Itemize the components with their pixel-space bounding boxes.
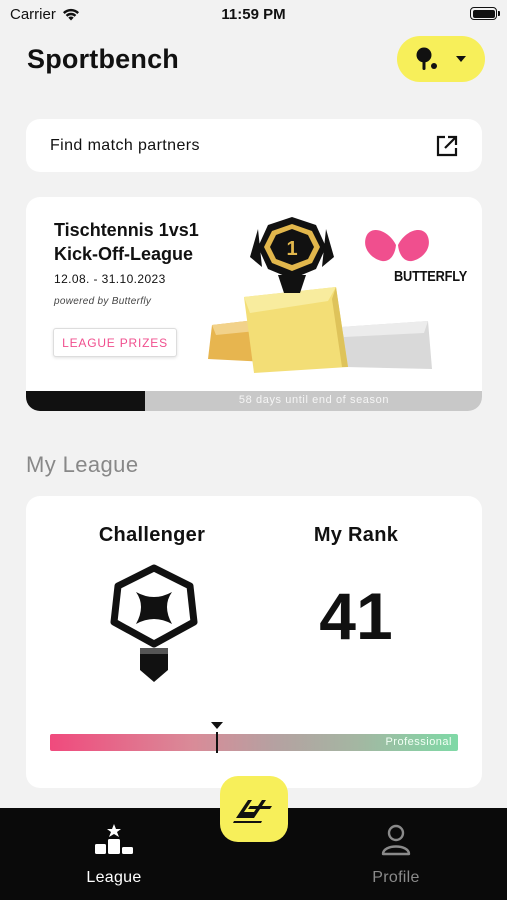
season-progress-fill — [26, 391, 145, 411]
find-match-partners-card[interactable]: Find match partners — [26, 119, 482, 172]
challenger-badge-icon — [110, 564, 198, 682]
sportbench-home-button[interactable] — [220, 776, 288, 842]
find-match-partners-label: Find match partners — [50, 136, 200, 154]
external-link-icon — [436, 135, 458, 156]
rank-label: My Rank — [313, 524, 399, 546]
table-tennis-paddle-icon — [416, 47, 437, 70]
league-prizes-button[interactable]: LEAGUE PRIZES — [53, 328, 177, 357]
rank-pointer-icon — [211, 722, 224, 729]
season-progress-text: 58 days until end of season — [238, 394, 390, 406]
nav-item-league[interactable]: League — [54, 824, 174, 887]
league-banner-card[interactable]: Tischtennis 1vs1 Kick-Off-League 12.08. … — [26, 197, 482, 411]
sport-selector-button[interactable] — [397, 36, 485, 82]
sponsor-name: BUTTERFLY — [394, 268, 468, 285]
podium-rank-text: 1 — [286, 238, 297, 260]
podium-icon — [95, 824, 133, 854]
profile-icon — [381, 824, 411, 856]
my-league-card[interactable]: Challenger My Rank 41 Professional — [26, 496, 482, 788]
sportbench-logo-icon — [233, 800, 272, 823]
status-time: 11:59 PM — [221, 6, 286, 23]
status-bar: Carrier 11:59 PM — [0, 0, 507, 30]
tier-label: Challenger — [98, 524, 206, 546]
season-progress-bar: 58 days until end of season — [26, 391, 482, 411]
battery-icon — [470, 7, 500, 20]
league-powered-by: powered by Butterfly — [54, 296, 152, 307]
caret-down-icon — [456, 56, 466, 62]
rank-scale-bar: Professional — [50, 722, 458, 753]
nav-item-profile[interactable]: Profile — [336, 824, 456, 887]
nav-league-label: League — [86, 869, 142, 886]
nav-profile-label: Profile — [372, 869, 420, 886]
butterfly-logo-icon — [365, 230, 429, 262]
my-league-section-title: My League — [26, 452, 139, 477]
app-title: Sportbench — [27, 44, 180, 74]
rank-value: 41 — [319, 579, 393, 653]
rank-scale-marker — [216, 732, 219, 753]
league-dates: 12.08. - 31.10.2023 — [54, 272, 166, 286]
rank-scale-end-label: Professional — [385, 736, 452, 748]
